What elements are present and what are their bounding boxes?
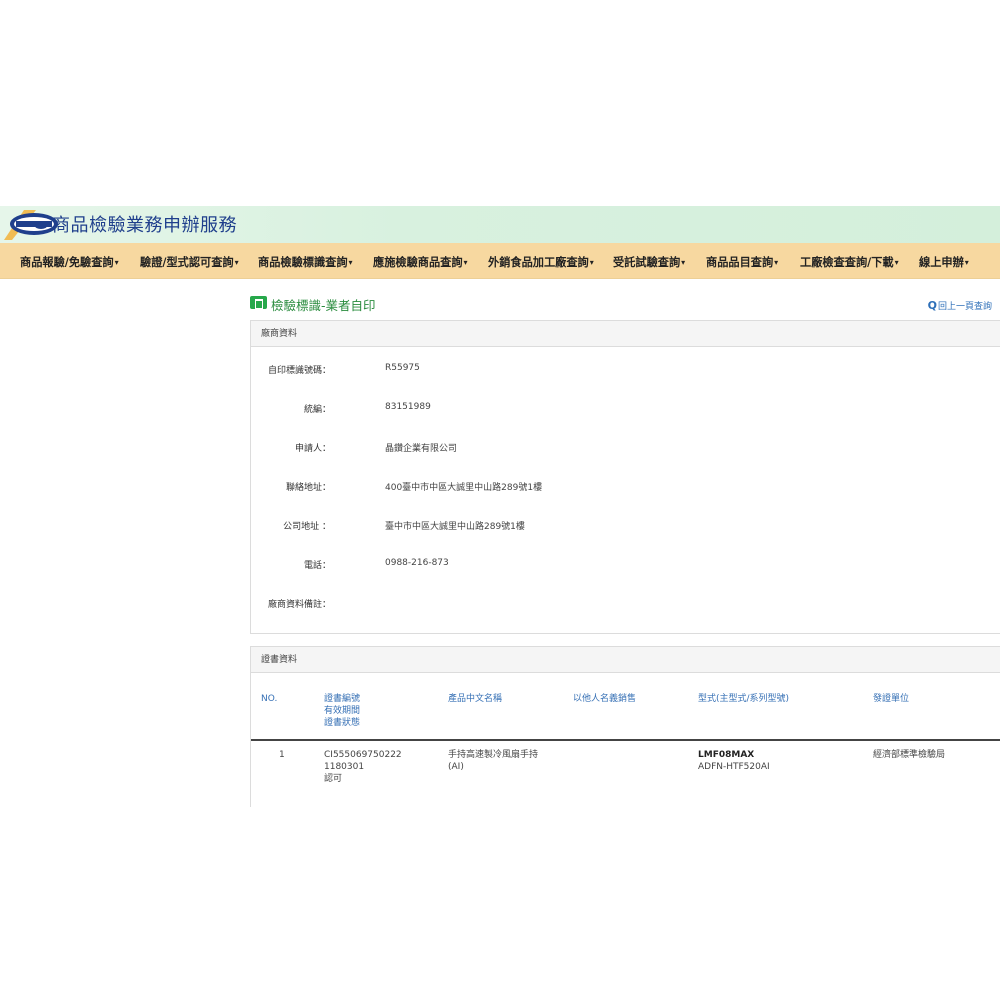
back-to-search-link[interactable]: Q回上一頁查詢 (928, 299, 992, 312)
certificate-status: 認可 (324, 774, 343, 784)
valid-period: 1180301 (324, 762, 365, 772)
main-nav: 商品報驗/免驗查詢▾ 驗證/型式認可查詢▾ 商品檢驗標識查詢▾ 應施檢驗商品查詢… (0, 243, 1000, 279)
magnifier-icon: Q (927, 299, 937, 312)
cell-model: LMF08MAX ADFN-HTF520AI (698, 749, 770, 773)
company-panel: 廠商資料 自印標識號碼： R55975 統編： 83151989 申請人： 晶鑽… (250, 320, 1000, 634)
field-label: 申請人： (294, 444, 331, 454)
bsmi-logo-icon[interactable] (4, 210, 58, 240)
field-label: 廠商資料備註： (267, 600, 331, 610)
model-series: ADFN-HTF520AI (698, 762, 770, 772)
nav-item-online-apply[interactable]: 線上申辦▾ (919, 254, 969, 270)
field-label: 電話： (303, 561, 331, 571)
field-value: R55975 (385, 363, 420, 373)
field-row-tax-id: 統編： 83151989 (251, 402, 991, 416)
field-value: 臺中市中區大誠里中山路289號1樓 (385, 522, 525, 532)
column-header-no: NO. (261, 694, 278, 704)
field-row-phone: 電話： 0988-216-873 (251, 558, 991, 572)
nav-item-certification-query[interactable]: 驗證/型式認可查詢▾ (140, 254, 239, 270)
caret-down-icon: ▾ (348, 258, 353, 267)
field-value: 0988-216-873 (385, 558, 449, 568)
caret-down-icon: ▾ (964, 258, 969, 267)
field-label: 自印標識號碼： (267, 366, 331, 376)
site-banner: 商品檢驗業務申辦服務 (0, 206, 1000, 243)
nav-item-inspection-query[interactable]: 商品報驗/免驗查詢▾ (20, 254, 119, 270)
column-header-product-name: 產品中文名稱 (448, 694, 503, 704)
cell-product-name: 手持高速製冷風扇手持 (AI) (448, 750, 539, 772)
nav-item-regulated-products[interactable]: 應施檢驗商品查詢▾ (373, 254, 468, 270)
field-value: 晶鑽企業有限公司 (385, 444, 458, 454)
field-value: 83151989 (385, 402, 431, 412)
caret-down-icon: ▾ (463, 258, 468, 267)
field-row-mark-number: 自印標識號碼： R55975 (251, 363, 991, 377)
certificate-panel: 證書資料 NO. 證書編號 有效期間 證書狀態 產品中文名稱 以他人名義銷售 型… (250, 646, 1000, 807)
nav-item-factory-inspection[interactable]: 工廠檢查查詢/下載▾ (800, 254, 899, 270)
field-row-contact-address: 聯絡地址： 400臺中市中區大誠里中山路289號1樓 (251, 480, 991, 494)
nav-item-mark-query[interactable]: 商品檢驗標識查詢▾ (258, 254, 353, 270)
caret-down-icon: ▾ (114, 258, 119, 267)
field-label: 統編： (303, 405, 331, 415)
column-header-sold-under: 以他人名義銷售 (573, 694, 637, 704)
page-header: 檢驗標識-業者自印 Q回上一頁查詢 (250, 294, 1000, 313)
cell-certificate: CI555069750222 1180301 認可 (324, 749, 402, 785)
nav-item-export-food-plants[interactable]: 外銷食品加工廠查詢▾ (488, 254, 594, 270)
company-panel-heading: 廠商資料 (251, 321, 1000, 347)
field-label: 聯絡地址： (285, 483, 331, 493)
field-row-applicant: 申請人： 晶鑽企業有限公司 (251, 441, 991, 455)
page-title: 檢驗標識-業者自印 (271, 298, 376, 313)
document-icon (250, 296, 267, 309)
cell-no: 1 (279, 750, 285, 760)
caret-down-icon: ▾ (589, 258, 594, 267)
caret-down-icon: ▾ (234, 258, 239, 267)
field-value: 400臺中市中區大誠里中山路289號1樓 (385, 483, 543, 493)
nav-item-commissioned-test[interactable]: 受託試驗查詢▾ (613, 254, 685, 270)
cell-issuer: 經濟部標準檢驗局 (873, 750, 946, 760)
column-header-model: 型式(主型式/系列型號) (698, 694, 790, 704)
site-title[interactable]: 商品檢驗業務申辦服務 (52, 211, 237, 237)
model-main: LMF08MAX (698, 750, 755, 760)
nav-item-product-items[interactable]: 商品品目查詢▾ (706, 254, 778, 270)
caret-down-icon: ▾ (894, 258, 899, 267)
caret-down-icon: ▾ (774, 258, 779, 267)
field-label: 公司地址 ： (283, 522, 331, 532)
app-window: 商品檢驗業務申辦服務 商品報驗/免驗查詢▾ 驗證/型式認可查詢▾ 商品檢驗標識查… (0, 206, 1000, 807)
table-header-divider (251, 739, 1000, 741)
field-row-company-address: 公司地址 ： 臺中市中區大誠里中山路289號1樓 (251, 519, 991, 533)
certificate-number[interactable]: CI555069750222 (324, 749, 402, 761)
column-header-issuer: 發證單位 (873, 694, 910, 704)
certificate-panel-heading: 證書資料 (251, 647, 1000, 673)
field-row-remarks: 廠商資料備註： (251, 597, 991, 611)
caret-down-icon: ▾ (681, 258, 686, 267)
column-header-certificate: 證書編號 有效期間 證書狀態 (324, 694, 361, 728)
